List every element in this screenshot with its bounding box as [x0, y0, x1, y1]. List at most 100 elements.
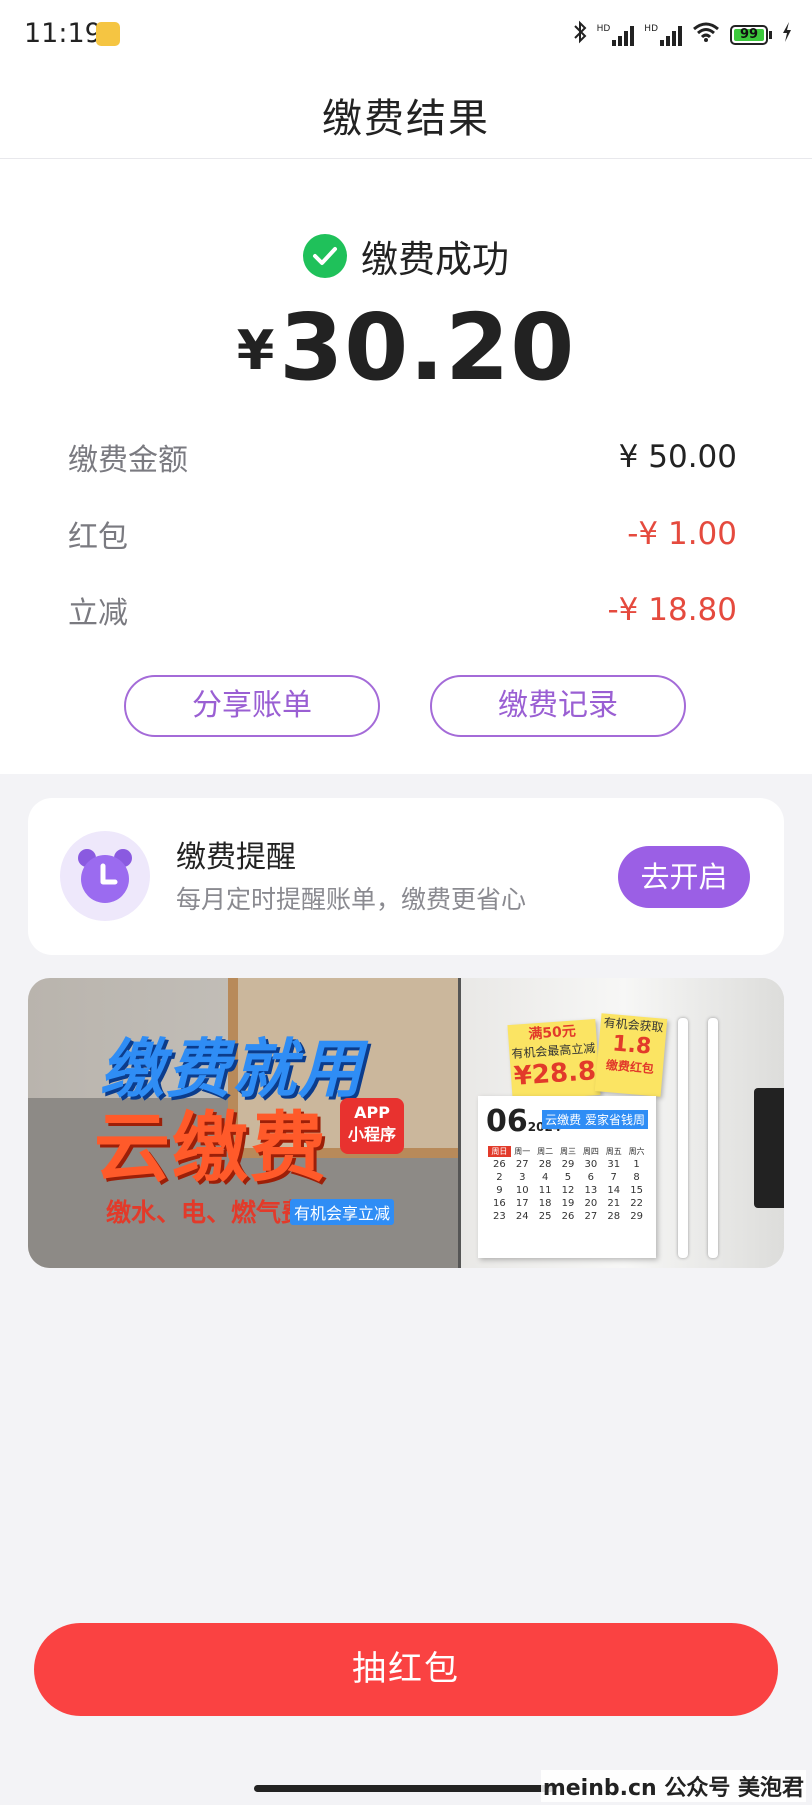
fridge-handle: [708, 1018, 718, 1258]
calendar-day: 23: [493, 1211, 506, 1222]
status-bar: 11:19 HD HD 99: [0, 0, 812, 72]
calendar-day: 3: [519, 1172, 526, 1183]
sticky-note-redpacket: 有机会获取 1.8 缴费红包: [594, 1013, 668, 1097]
calendar-day: 14: [607, 1185, 621, 1196]
detail-label: 缴费金额: [68, 443, 188, 478]
status-time: 11:19: [24, 18, 102, 49]
calendar-header: 周二: [537, 1147, 554, 1156]
page-title: 缴费结果: [322, 96, 490, 142]
calendar-day: 28: [538, 1159, 552, 1170]
wifi-icon: [692, 21, 720, 48]
detail-row-redpacket: 红包 -¥ 1.00: [68, 509, 737, 559]
paid-amount: ¥30.20: [0, 294, 812, 401]
detail-value: -¥ 1.00: [627, 516, 737, 552]
watermark-text: meinb.cn 公众号 美泡君: [540, 1770, 806, 1802]
fridge-panel: [754, 1088, 784, 1208]
draw-red-packet-button[interactable]: 抽红包: [34, 1623, 778, 1716]
calendar-tag: 云缴费 爱家省钱周: [542, 1110, 648, 1129]
detail-label: 红包: [68, 520, 128, 555]
calendar-day: 7: [610, 1172, 617, 1183]
calendar-day: 27: [584, 1211, 598, 1222]
calendar-day: 18: [538, 1198, 552, 1209]
calendar-day: 4: [541, 1172, 549, 1183]
calendar-day: 24: [515, 1211, 529, 1222]
calendar-day: 29: [561, 1159, 575, 1170]
bluetooth-icon: [573, 20, 587, 49]
amount-value: 30.20: [279, 294, 576, 401]
calendar-day: 16: [493, 1198, 506, 1209]
calendar-header: 周日: [488, 1146, 511, 1157]
payment-result-card: 缴费成功 ¥30.20 缴费金额 ¥ 50.00 红包 -¥ 1.00 立减 -…: [0, 159, 812, 774]
sticky-note-discount: 满50元 有机会最高立减 ¥28.8: [507, 1019, 601, 1101]
charging-icon: [782, 22, 792, 47]
calendar-month-number: 06: [486, 1104, 528, 1139]
calendar-day: 30: [584, 1159, 598, 1170]
fridge-handle: [678, 1018, 688, 1258]
calendar-day: 2: [496, 1172, 503, 1183]
calendar-header: 周五: [605, 1147, 622, 1156]
calendar-header: 周六: [628, 1147, 645, 1156]
reminder-subtitle: 每月定时提醒账单，缴费更省心: [176, 885, 527, 914]
calendar-header: 周四: [582, 1147, 599, 1156]
notification-icon: [96, 22, 120, 46]
calendar-day: 9: [496, 1185, 503, 1196]
calendar-header: 周一: [514, 1147, 531, 1156]
payment-history-button[interactable]: 缴费记录: [430, 675, 686, 737]
calendar-day: 8: [633, 1172, 640, 1183]
signal-1-label: HD: [596, 23, 611, 34]
calendar-day: 11: [538, 1185, 552, 1196]
calendar-day: 31: [607, 1159, 621, 1170]
status-icons: HD HD 99: [573, 20, 792, 49]
app-miniprogram-badge: APP 小程序: [340, 1098, 404, 1154]
banner-headline-2: 云缴费: [94, 1103, 328, 1192]
calendar-day: 12: [561, 1185, 575, 1196]
nav-bar: 缴费结果: [0, 72, 812, 159]
battery-level: 99: [734, 28, 764, 41]
badge-line-2: 小程序: [347, 1125, 396, 1144]
alarm-clock-icon: [60, 831, 150, 921]
detail-value: ¥ 50.00: [618, 439, 737, 475]
currency-symbol: ¥: [236, 319, 276, 382]
reminder-card: 缴费提醒 每月定时提醒账单，缴费更省心 去开启: [28, 798, 784, 955]
calendar-day: 15: [630, 1185, 643, 1196]
calendar-day: 25: [538, 1211, 552, 1222]
badge-line-1: APP: [354, 1103, 390, 1122]
detail-row-amount: 缴费金额 ¥ 50.00: [68, 432, 737, 482]
calendar-day: 20: [584, 1198, 598, 1209]
calendar-day: 13: [584, 1185, 598, 1196]
enable-reminder-button[interactable]: 去开启: [618, 846, 750, 908]
calendar-day: 29: [630, 1211, 643, 1222]
calendar-day: 26: [561, 1211, 575, 1222]
battery-icon: 99: [730, 24, 772, 45]
calendar-day: 17: [515, 1198, 529, 1209]
calendar-day: 10: [515, 1185, 529, 1196]
calendar-grid: 周日 周一 周二 周三 周四 周五 周六 26 27 28 29 30 31 1 2 3 4 5 6 7 8 9 10 11 1…: [488, 1146, 648, 1222]
note1-amount: ¥28.8: [512, 1056, 598, 1092]
promo-banner[interactable]: 缴费就用 云缴费 APP 小程序 缴水、电、燃气费 有机会享立减 满50元 有机…: [28, 978, 784, 1268]
calendar-day: 28: [607, 1211, 621, 1222]
calendar-day: 27: [515, 1159, 529, 1170]
calendar-day: 26: [493, 1159, 506, 1170]
calendar-day: 1: [633, 1159, 640, 1170]
success-text: 缴费成功: [361, 238, 509, 281]
calendar-graphic: 062024 云缴费 爱家省钱周 周日周一周二周三周四周五周六262728293…: [478, 1096, 656, 1258]
detail-row-discount: 立减 -¥ 18.80: [68, 585, 737, 635]
detail-value: -¥ 18.80: [607, 592, 737, 628]
reminder-title: 缴费提醒: [176, 840, 296, 875]
calendar-day: 6: [587, 1172, 595, 1183]
detail-label: 立减: [68, 596, 128, 631]
success-row: 缴费成功: [0, 229, 812, 283]
banner-subline: 缴水、电、燃气费: [106, 1198, 307, 1227]
share-bill-button[interactable]: 分享账单: [124, 675, 380, 737]
signal-2-label: HD: [644, 23, 658, 34]
banner-subline-tag: 有机会享立减: [290, 1199, 395, 1225]
calendar-day: 22: [630, 1198, 643, 1209]
check-circle-icon: [303, 234, 347, 278]
calendar-day: 19: [561, 1198, 575, 1209]
home-indicator[interactable]: [254, 1785, 554, 1792]
signal-icon-1: HD: [597, 24, 635, 46]
calendar-day: 5: [564, 1172, 572, 1183]
calendar-day: 21: [607, 1198, 621, 1209]
calendar-header: 周三: [559, 1147, 576, 1156]
signal-icon-2: HD: [644, 24, 682, 46]
